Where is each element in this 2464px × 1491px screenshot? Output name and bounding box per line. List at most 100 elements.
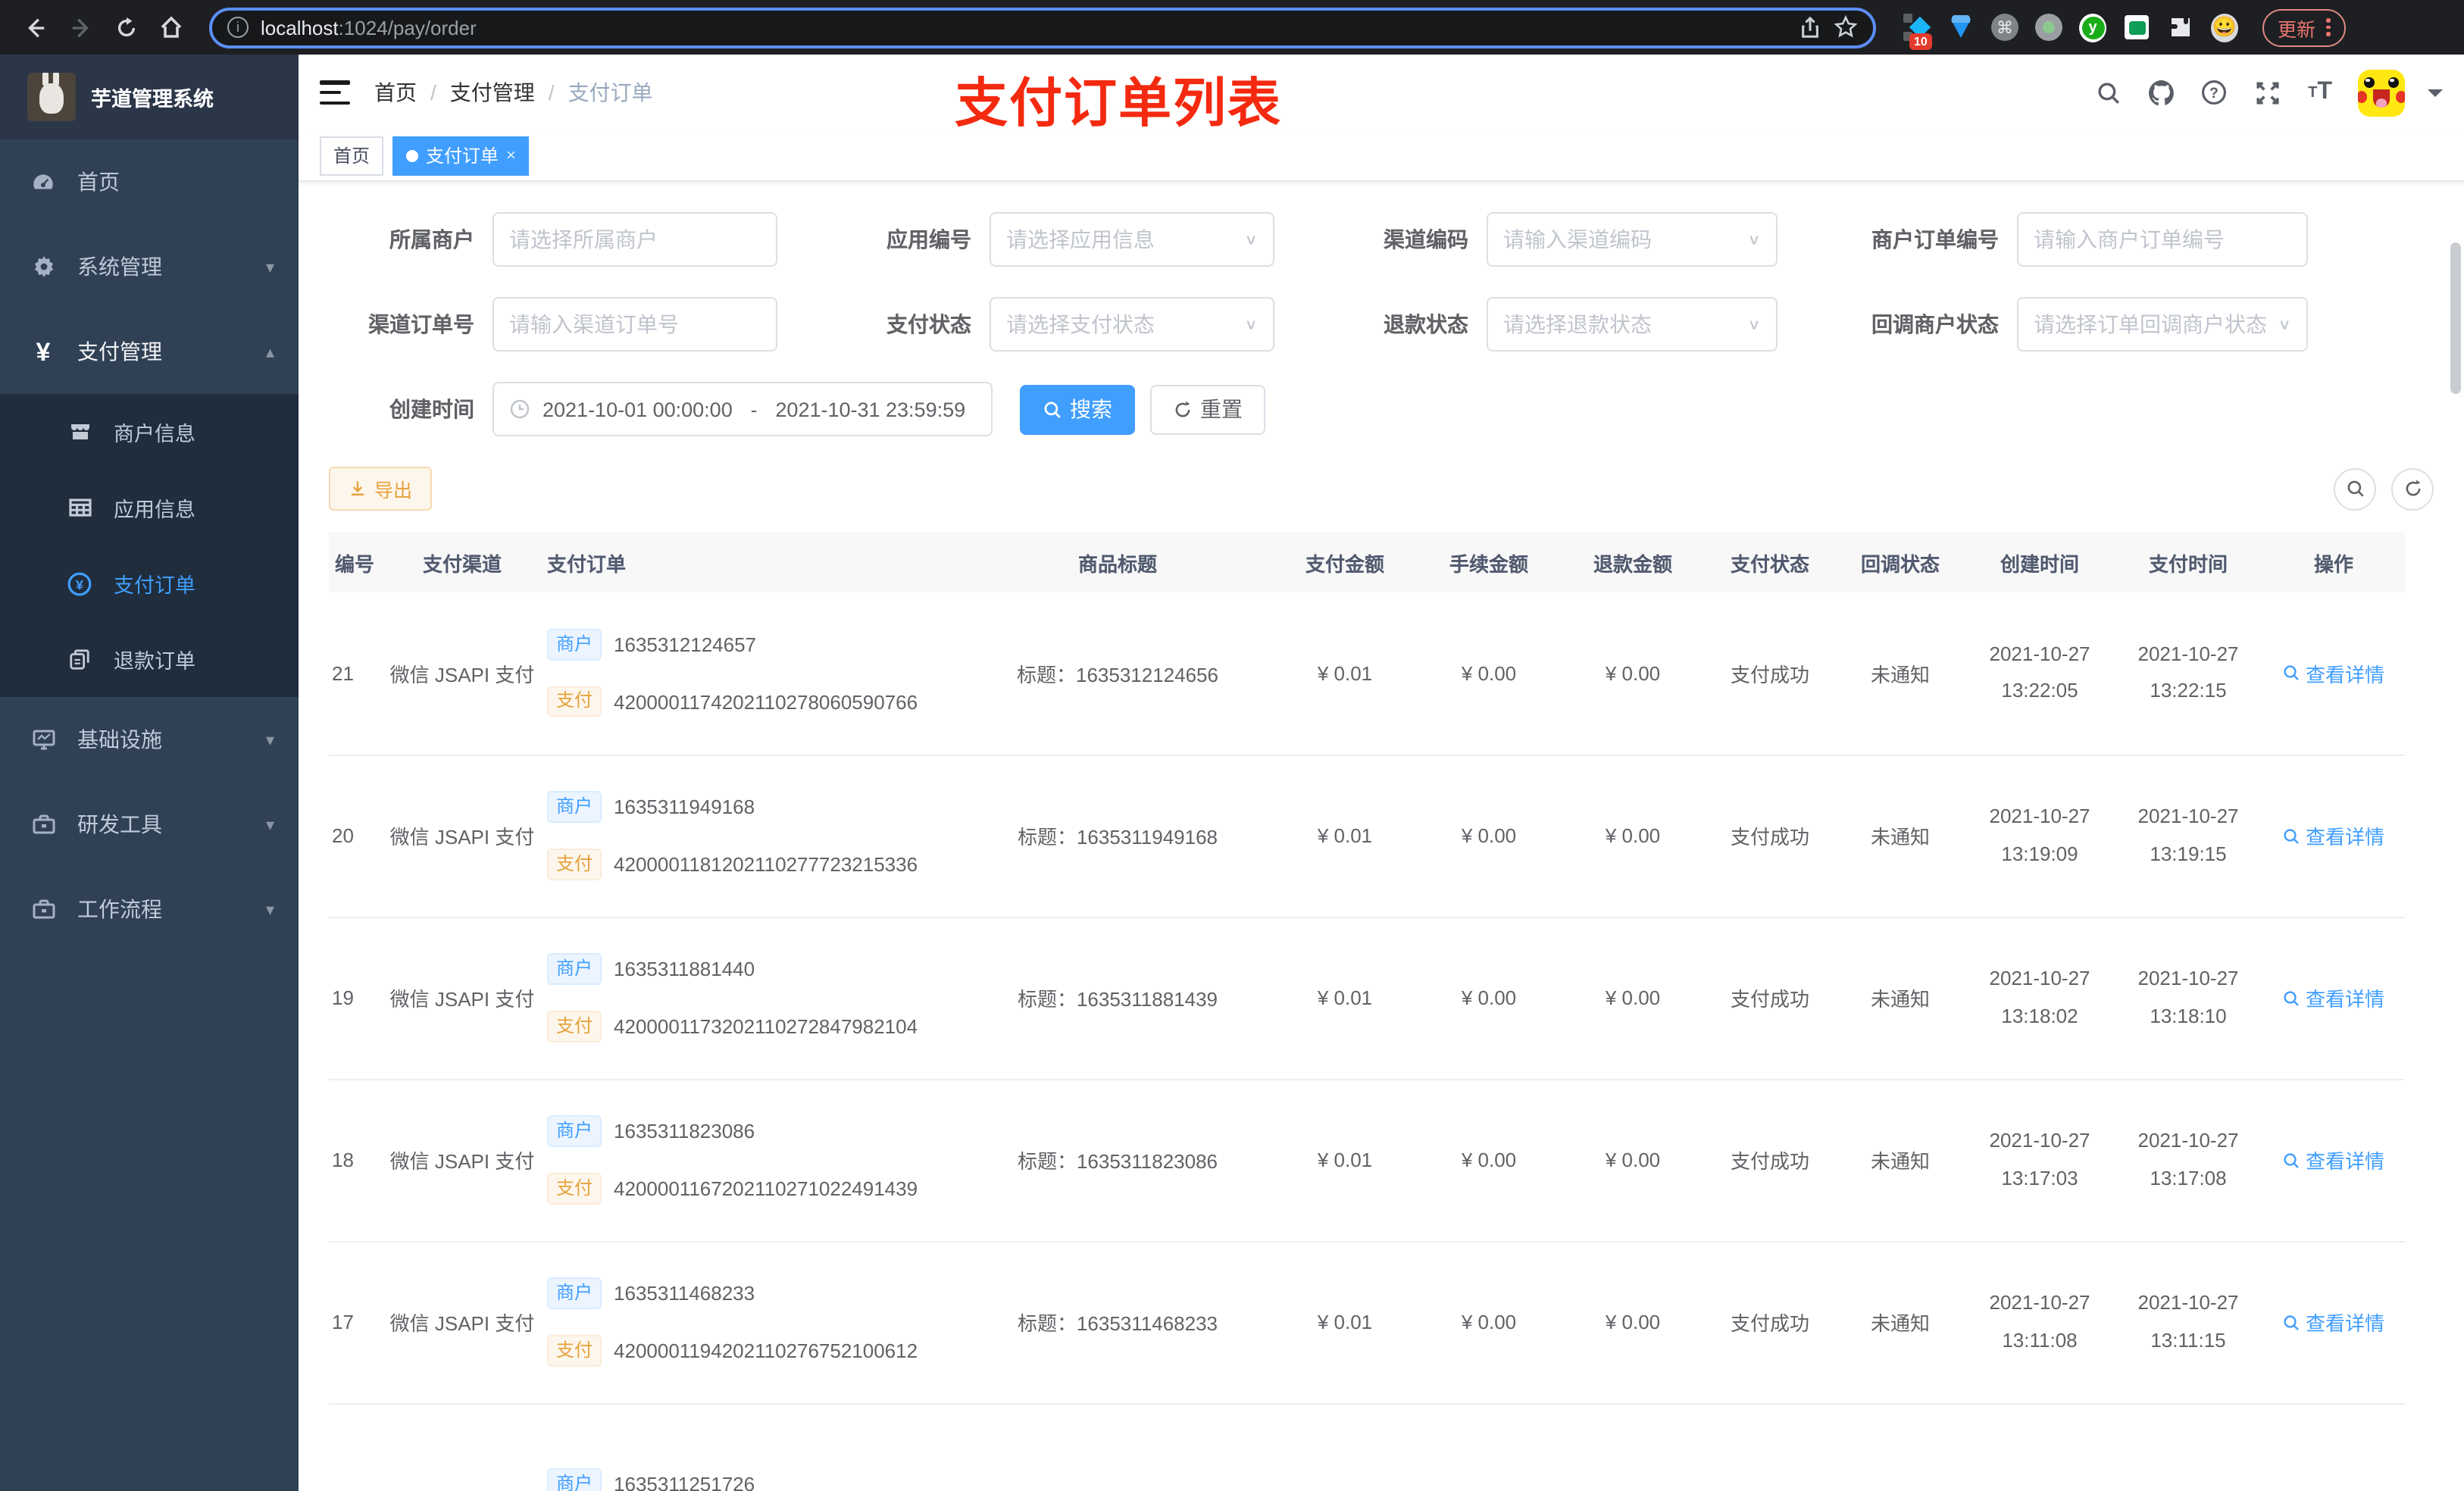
reload-icon <box>117 16 135 36</box>
page-content: 所属商户 应用编号 请选择应用信息 ∨ 渠道编码 <box>299 182 2464 1491</box>
cell-fee: ¥ 0.00 <box>1417 592 1561 755</box>
sidebar-item-infra[interactable]: 基础设施 ▾ <box>0 697 299 782</box>
search-icon[interactable] <box>2093 77 2123 108</box>
cell-actions: 查看详情 <box>2262 755 2405 917</box>
merchant-input[interactable] <box>492 212 777 267</box>
site-info-icon[interactable]: i <box>227 17 249 38</box>
sidebar-item-dev-tools[interactable]: 研发工具 ▾ <box>0 782 299 867</box>
refund-status-select[interactable]: 请选择退款状态 ∨ <box>1487 297 1778 352</box>
extension-y-icon[interactable]: y <box>2079 13 2106 42</box>
sidebar-item-app-info[interactable]: 应用信息 <box>0 470 299 545</box>
chevron-down-icon: ▾ <box>265 258 274 277</box>
user-avatar[interactable] <box>2358 69 2405 116</box>
sidebar-item-label: 首页 <box>77 170 120 194</box>
col-channel: 支付渠道 <box>383 532 541 592</box>
cell-pay-order: 商户 1635311881440 支付 42000011732021102728… <box>541 917 962 1080</box>
orders-table: 编号 支付渠道 支付订单 商品标题 支付金额 手续金额 退款金额 支付状态 回调… <box>329 532 2405 1491</box>
extensions-puzzle-icon[interactable] <box>2167 14 2194 41</box>
toggle-search-button[interactable] <box>2334 467 2376 510</box>
cell-no: 21 <box>329 592 383 755</box>
cell-status: 支付成功 <box>1705 592 1835 755</box>
sidebar-item-pay-order[interactable]: ¥ 支付订单 <box>0 545 299 621</box>
breadcrumb: 首页 / 支付管理 / 支付订单 <box>374 77 653 108</box>
font-size-icon[interactable]: TT <box>2305 77 2335 108</box>
breadcrumb-home[interactable]: 首页 <box>374 77 417 108</box>
extension-chat-icon[interactable] <box>2123 14 2150 41</box>
cell-title: 标题：1635311823086 <box>962 1079 1273 1242</box>
sidebar-item-home[interactable]: 首页 <box>0 139 299 224</box>
view-detail-link[interactable]: 查看详情 <box>2283 659 2384 688</box>
extension-dev-icon[interactable]: 10 <box>1903 14 1932 50</box>
sidebar-item-workflow[interactable]: 工作流程 ▾ <box>0 867 299 952</box>
sidebar: 芋道管理系统 首页 系统管理 ▾ ¥ 支付管理 ▴ 商户信息 应用信息 ¥ 支付… <box>0 55 299 1491</box>
notify-status-select[interactable]: 请选择订单回调商户状态 ∨ <box>2017 297 2308 352</box>
cell-notify: 未通知 <box>1835 1079 1965 1242</box>
table-toolbar: 导出 <box>329 467 2434 511</box>
cell-status <box>1705 1403 1835 1491</box>
view-detail-link[interactable]: 查看详情 <box>2283 821 2384 850</box>
cell-fee: ¥ 0.00 <box>1417 1241 1561 1404</box>
date-range-picker[interactable]: 2021-10-01 00:00:00 - 2021-10-31 23:59:5… <box>492 382 993 436</box>
cell-refund: ¥ 0.00 <box>1561 592 1705 755</box>
hamburger-icon[interactable] <box>320 80 350 105</box>
extension-command-icon[interactable]: ⌘ <box>1991 14 2018 41</box>
col-status: 支付状态 <box>1705 532 1835 592</box>
search-icon <box>2284 1152 2300 1167</box>
help-icon[interactable]: ? <box>2199 77 2229 108</box>
merchant-order-no-input[interactable] <box>2017 212 2308 267</box>
pay-status-select[interactable]: 请选择支付状态 ∨ <box>990 297 1274 352</box>
shop-icon <box>67 419 92 445</box>
table-tools <box>2334 467 2434 510</box>
browser-back-button[interactable] <box>15 8 55 47</box>
filter-create-time: 创建时间 2021-10-01 00:00:00 - 2021-10-31 23… <box>329 382 993 436</box>
profile-emoji-icon[interactable]: 😀 <box>2211 13 2238 42</box>
pay-order-no: 4200001181202110277723215336 <box>614 852 918 876</box>
sidebar-item-merchant-info[interactable]: 商户信息 <box>0 394 299 470</box>
view-detail-link[interactable]: 查看详情 <box>2283 1146 2384 1174</box>
export-button[interactable]: 导出 <box>329 467 433 511</box>
pay-order-no: 4200001194202110276752100612 <box>614 1339 918 1362</box>
refresh-table-button[interactable] <box>2391 467 2434 510</box>
sidebar-item-refund-order[interactable]: 退款订单 <box>0 621 299 697</box>
col-pay-order: 支付订单 <box>541 532 962 592</box>
channel-code-select[interactable]: 请输入渠道编码 ∨ <box>1487 212 1778 267</box>
tag-home[interactable]: 首页 <box>320 136 384 175</box>
cell-actions: 查看详情 <box>2262 1241 2405 1404</box>
sidebar-item-system[interactable]: 系统管理 ▾ <box>0 224 299 309</box>
browser-reload-button[interactable] <box>106 8 145 47</box>
extension-gem-icon[interactable] <box>1947 14 1975 41</box>
address-bar[interactable]: i localhost:1024/pay/order <box>209 7 1876 48</box>
annotation-title: 支付订单列表 <box>955 74 1283 133</box>
breadcrumb-section[interactable]: 支付管理 <box>450 77 535 108</box>
filter-row-1: 所属商户 应用编号 请选择应用信息 ∨ 渠道编码 <box>329 212 2434 267</box>
fullscreen-icon[interactable] <box>2252 77 2282 108</box>
search-icon <box>2284 828 2300 843</box>
browser-forward-button[interactable] <box>61 8 100 47</box>
share-icon[interactable] <box>1799 16 1821 39</box>
bookmark-star-icon[interactable] <box>1834 15 1858 39</box>
tag-close-icon[interactable]: × <box>506 146 516 164</box>
sidebar-logo[interactable]: 芋道管理系统 <box>0 55 299 139</box>
cell-pay-order: 商户 1635311468233 支付 42000011942021102767… <box>541 1241 962 1404</box>
sidebar-item-payment[interactable]: ¥ 支付管理 ▴ <box>0 309 299 394</box>
date-end-value: 2021-10-31 23:59:59 <box>775 398 966 420</box>
pay-tag: 支付 <box>547 849 602 880</box>
view-detail-link[interactable]: 查看详情 <box>2283 1308 2384 1336</box>
app-select[interactable]: 请选择应用信息 ∨ <box>990 212 1274 267</box>
extension-dot-icon[interactable] <box>2035 14 2062 41</box>
github-icon[interactable] <box>2146 77 2176 108</box>
search-button[interactable]: 搜索 <box>1020 384 1135 434</box>
active-dot <box>406 149 419 161</box>
cell-status: 支付成功 <box>1705 1079 1835 1242</box>
browser-menu-icon[interactable] <box>2326 18 2331 36</box>
avatar-caret-icon[interactable] <box>2428 89 2443 104</box>
forward-arrow-icon <box>71 17 88 37</box>
browser-home-button[interactable] <box>152 8 191 47</box>
reset-button[interactable]: 重置 <box>1150 384 1265 434</box>
channel-order-no-input[interactable] <box>492 297 777 352</box>
page-scrollbar-thumb[interactable] <box>2450 242 2461 394</box>
browser-update-button[interactable]: 更新 <box>2262 8 2346 46</box>
tag-pay-order[interactable]: 支付订单 × <box>392 136 530 175</box>
view-detail-link[interactable]: 查看详情 <box>2283 983 2384 1012</box>
cell-paid: 2021-10-27 13:19:15 <box>2114 755 2262 917</box>
